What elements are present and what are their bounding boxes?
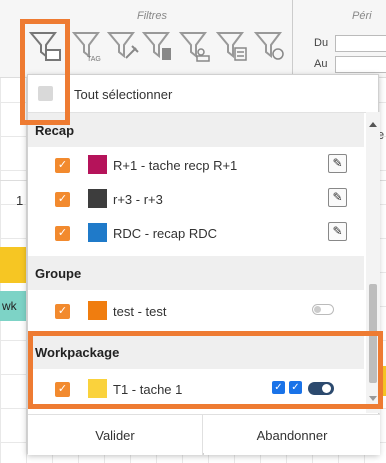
select-all-label: Tout sélectionner bbox=[74, 87, 173, 102]
task-bar-yellow[interactable] bbox=[0, 247, 26, 283]
color-swatch bbox=[88, 189, 107, 208]
item-checkbox[interactable]: ✓ bbox=[55, 192, 70, 207]
color-swatch bbox=[88, 155, 107, 174]
filter-refresh-icon[interactable] bbox=[253, 28, 287, 64]
list-item[interactable]: ✓ r+3 - r+3 ✎ bbox=[28, 183, 364, 217]
edit-pencil-icon[interactable]: ✎ bbox=[328, 222, 347, 241]
select-all-row[interactable]: Tout sélectionner bbox=[28, 75, 380, 111]
period-group-title: Péri bbox=[352, 10, 372, 22]
highlight-filter-button bbox=[20, 19, 70, 125]
section-header-recap: Recap bbox=[28, 113, 364, 147]
item-checkbox[interactable]: ✓ bbox=[55, 158, 70, 173]
edit-pencil-icon[interactable]: ✎ bbox=[328, 188, 347, 207]
scroll-up-arrow-icon[interactable] bbox=[369, 122, 377, 127]
item-label: test - test bbox=[113, 304, 167, 319]
date-to-label: Au bbox=[314, 58, 328, 70]
item-label: RDC - recap RDC bbox=[113, 226, 218, 241]
filter-group-icon[interactable] bbox=[178, 28, 212, 64]
filter-tag-icon[interactable]: TAG bbox=[71, 28, 105, 64]
color-swatch bbox=[88, 301, 107, 320]
toolbar-separator bbox=[292, 0, 293, 78]
validate-button[interactable]: Valider bbox=[28, 415, 203, 455]
list-item[interactable]: ✓ R+1 - tache recp R+1 ✎ bbox=[28, 149, 364, 183]
filters-group-title: Filtres bbox=[137, 10, 167, 22]
filter-tool-icon[interactable] bbox=[106, 28, 140, 64]
item-label: r+3 - r+3 bbox=[113, 192, 163, 207]
panel-footer: Valider Abandonner bbox=[28, 414, 380, 455]
svg-text:TAG: TAG bbox=[87, 56, 101, 63]
filter-building-icon[interactable] bbox=[141, 28, 175, 64]
item-checkbox[interactable]: ✓ bbox=[55, 226, 70, 241]
date-from-label: Du bbox=[314, 37, 329, 49]
highlight-workpackage-section bbox=[28, 331, 383, 409]
list-item[interactable]: ✓ RDC - recap RDC ✎ bbox=[28, 217, 364, 251]
cancel-button[interactable]: Abandonner bbox=[204, 415, 380, 455]
item-checkbox[interactable]: ✓ bbox=[55, 304, 70, 319]
list-item[interactable]: ✓ test - test bbox=[28, 295, 364, 329]
item-label: R+1 - tache recp R+1 bbox=[113, 158, 238, 173]
task-bar-teal[interactable]: wk bbox=[0, 291, 26, 321]
filter-list-icon[interactable] bbox=[215, 28, 249, 64]
date-to-input[interactable] bbox=[335, 56, 386, 73]
date-from-input[interactable] bbox=[335, 35, 386, 52]
color-swatch bbox=[88, 223, 107, 242]
section-header-groupe: Groupe bbox=[28, 256, 364, 290]
visibility-toggle[interactable] bbox=[312, 304, 334, 315]
row-number: 1 bbox=[16, 193, 24, 208]
edit-pencil-icon[interactable]: ✎ bbox=[328, 154, 347, 173]
